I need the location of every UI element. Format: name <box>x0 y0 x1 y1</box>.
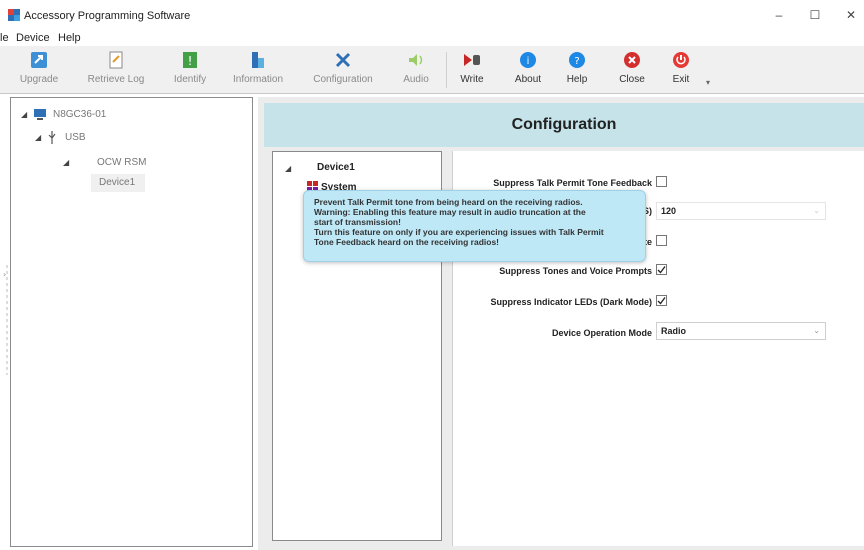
toolbar-separator <box>446 52 447 88</box>
partial-value: 120 <box>661 206 677 216</box>
write-label: Write <box>460 74 484 85</box>
exit-button[interactable]: Exit <box>664 50 698 90</box>
audio-button[interactable]: Audio <box>398 50 434 90</box>
menu-help[interactable]: Help <box>58 32 81 44</box>
minimize-button[interactable]: – <box>764 5 794 25</box>
write-button[interactable]: Write <box>454 50 490 90</box>
chevron-down-icon: ⌄ <box>813 326 820 335</box>
retrieve-log-label: Retrieve Log <box>87 74 145 85</box>
computer-icon <box>34 109 46 120</box>
suppress-leds-checkbox[interactable] <box>656 295 667 306</box>
upgrade-button[interactable]: Upgrade <box>16 50 62 90</box>
partial-checkbox[interactable] <box>656 235 667 246</box>
window-title: Accessory Programming Software <box>24 10 191 22</box>
help-label: Help <box>566 74 588 85</box>
svg-text:!: ! <box>188 54 193 68</box>
configuration-label: Configuration <box>313 74 373 85</box>
identify-label: Identify <box>173 74 207 85</box>
help-icon: ? <box>569 52 585 68</box>
partial-value-combo[interactable]: 120 ⌄ <box>656 202 826 220</box>
expand-icon[interactable]: ◢ <box>21 110 27 119</box>
tooltip-line: start of transmission! <box>314 217 401 227</box>
retrieve-log-button[interactable]: Retrieve Log <box>86 50 146 90</box>
about-button[interactable]: i About <box>510 50 546 90</box>
tooltip-line: Warning: Enabling this feature may resul… <box>314 207 586 217</box>
tree-label-ocw-rsm: OCW RSM <box>97 157 147 168</box>
page-title: Configuration <box>511 116 617 133</box>
tree-label-usb: USB <box>65 132 86 143</box>
close-label: Close <box>619 74 645 85</box>
tree-node-computer[interactable]: ◢ N8GC36-01 <box>21 108 221 124</box>
audio-label: Audio <box>403 74 429 85</box>
tree-node-usb[interactable]: ◢ USB <box>35 131 235 147</box>
app-icon <box>8 9 20 21</box>
exit-label: Exit <box>672 74 690 85</box>
splitter-handle[interactable]: › <box>3 265 11 375</box>
write-icon <box>464 54 480 66</box>
tooltip-line: Turn this feature on only if you are exp… <box>314 227 604 237</box>
maximize-button[interactable]: ☐ <box>800 5 830 25</box>
menu-file[interactable]: le <box>0 32 9 44</box>
device-tree-panel: ◢ N8GC36-01 ◢ USB ◢ OCW RSM Device1 <box>10 97 253 547</box>
about-icon: i <box>520 52 536 68</box>
exit-icon <box>673 52 689 68</box>
upgrade-icon <box>31 52 47 68</box>
suppress-tones-voice-checkbox[interactable] <box>656 264 667 275</box>
tree-label-device1: Device1 <box>99 177 136 188</box>
identify-icon: ! <box>183 52 197 68</box>
configuration-icon <box>335 52 351 68</box>
configuration-header: Configuration <box>264 103 864 147</box>
expand-icon[interactable]: ◢ <box>285 164 291 173</box>
tree-node-ocw-rsm[interactable]: ◢ OCW RSM <box>63 156 223 172</box>
toolbar: Upgrade Retrieve Log ! Identify Informat… <box>0 46 864 94</box>
checkmark-icon <box>657 266 666 274</box>
close-icon <box>624 52 640 68</box>
title-bar: Accessory Programming Software – ☐ ✕ <box>0 0 864 30</box>
retrieve-log-icon <box>109 51 123 69</box>
information-icon <box>252 52 264 68</box>
suppress-tones-voice-label: Suppress Tones and Voice Prompts <box>499 266 652 276</box>
device-operation-mode-label: Device Operation Mode <box>551 328 652 338</box>
tooltip-line: Prevent Talk Permit tone from being hear… <box>314 197 583 207</box>
menu-bar: le Device Help <box>0 30 864 46</box>
device-operation-mode-select[interactable]: Radio ⌄ <box>656 322 826 340</box>
svg-text:›: › <box>3 270 6 279</box>
help-button[interactable]: ? Help <box>560 50 594 90</box>
audio-icon <box>409 54 423 66</box>
menu-device[interactable]: Device <box>16 32 50 44</box>
expand-icon[interactable]: ◢ <box>63 158 69 167</box>
information-button[interactable]: Information <box>229 50 287 90</box>
checkmark-icon <box>657 297 666 305</box>
information-label: Information <box>232 74 284 85</box>
suppress-tpt-feedback-label: Suppress Talk Permit Tone Feedback <box>493 178 652 188</box>
svg-text:?: ? <box>574 56 579 67</box>
tree-node-device1[interactable]: Device1 <box>91 174 145 192</box>
tooltip-line: Tone Feedback heard on the receiving rad… <box>314 237 499 247</box>
identify-button[interactable]: ! Identify <box>170 50 210 90</box>
configuration-button[interactable]: Configuration <box>310 50 376 90</box>
suppress-tpt-feedback-checkbox[interactable] <box>656 176 667 187</box>
tree-label-computer: N8GC36-01 <box>53 109 107 120</box>
toolbar-overflow-icon[interactable]: ▾ <box>706 78 710 87</box>
expand-icon[interactable]: ◢ <box>35 133 41 142</box>
upgrade-label: Upgrade <box>19 74 59 85</box>
tooltip: Prevent Talk Permit tone from being hear… <box>303 190 646 262</box>
suppress-leds-label: Suppress Indicator LEDs (Dark Mode) <box>490 297 652 307</box>
usb-icon <box>48 131 56 144</box>
chevron-down-icon: ⌄ <box>813 206 820 215</box>
device-operation-mode-value: Radio <box>661 326 687 336</box>
window-close-button[interactable]: ✕ <box>836 5 864 25</box>
close-button[interactable]: Close <box>614 50 650 90</box>
svg-text:i: i <box>527 56 530 67</box>
config-tree-device[interactable]: Device1 <box>317 162 355 173</box>
about-label: About <box>514 74 542 85</box>
